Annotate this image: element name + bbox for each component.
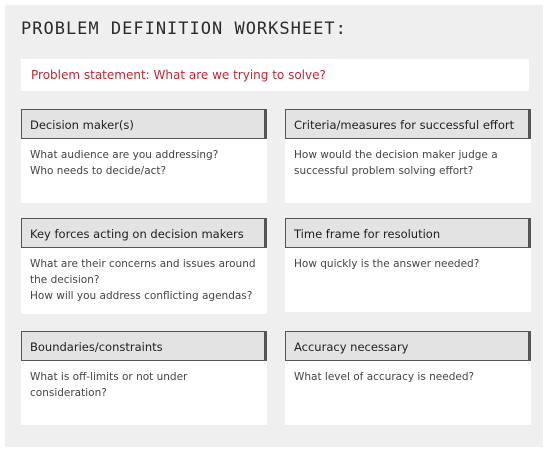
card-line: How will you address conflicting agendas… — [30, 290, 253, 302]
card-key-forces: Key forces acting on decision makers Wha… — [21, 218, 267, 314]
card-line: successful problem solving effort? — [294, 165, 474, 177]
card-boundaries: Boundaries/constraints What is off-limit… — [21, 331, 267, 425]
card-line: What are their concerns and issues aroun… — [30, 258, 256, 270]
card-heading: Time frame for resolution — [285, 218, 531, 248]
card-body: What audience are you addressing? Who ne… — [21, 139, 267, 187]
card-decision-makers: Decision maker(s) What audience are you … — [21, 109, 267, 203]
card-heading: Criteria/measures for successful effort — [285, 109, 531, 139]
card-body: What level of accuracy is needed? — [285, 361, 531, 393]
card-accuracy: Accuracy necessary What level of accurac… — [285, 331, 531, 425]
card-heading: Key forces acting on decision makers — [21, 218, 267, 248]
worksheet-title: PROBLEM DEFINITION WORKSHEET: — [21, 19, 347, 39]
card-line: the decision? — [30, 274, 100, 286]
card-heading: Accuracy necessary — [285, 331, 531, 361]
card-body: How would the decision maker judge a suc… — [285, 139, 531, 187]
worksheet: PROBLEM DEFINITION WORKSHEET: Problem st… — [5, 5, 543, 447]
card-line: Who needs to decide/act? — [30, 165, 167, 177]
card-body: What are their concerns and issues aroun… — [21, 248, 267, 312]
card-heading: Decision maker(s) — [21, 109, 267, 139]
card-line: What level of accuracy is needed? — [294, 371, 475, 383]
card-line: What audience are you addressing? — [30, 149, 219, 161]
card-body: How quickly is the answer needed? — [285, 248, 531, 280]
card-heading: Boundaries/constraints — [21, 331, 267, 361]
card-line: How would the decision maker judge a — [294, 149, 498, 161]
card-time-frame: Time frame for resolution How quickly is… — [285, 218, 531, 312]
problem-statement: Problem statement: What are we trying to… — [21, 59, 529, 91]
card-line: How quickly is the answer needed? — [294, 258, 480, 270]
card-body: What is off-limits or not under consider… — [21, 361, 267, 409]
card-line: What is off-limits or not under — [30, 371, 188, 383]
card-line: consideration? — [30, 387, 107, 399]
card-criteria: Criteria/measures for successful effort … — [285, 109, 531, 203]
